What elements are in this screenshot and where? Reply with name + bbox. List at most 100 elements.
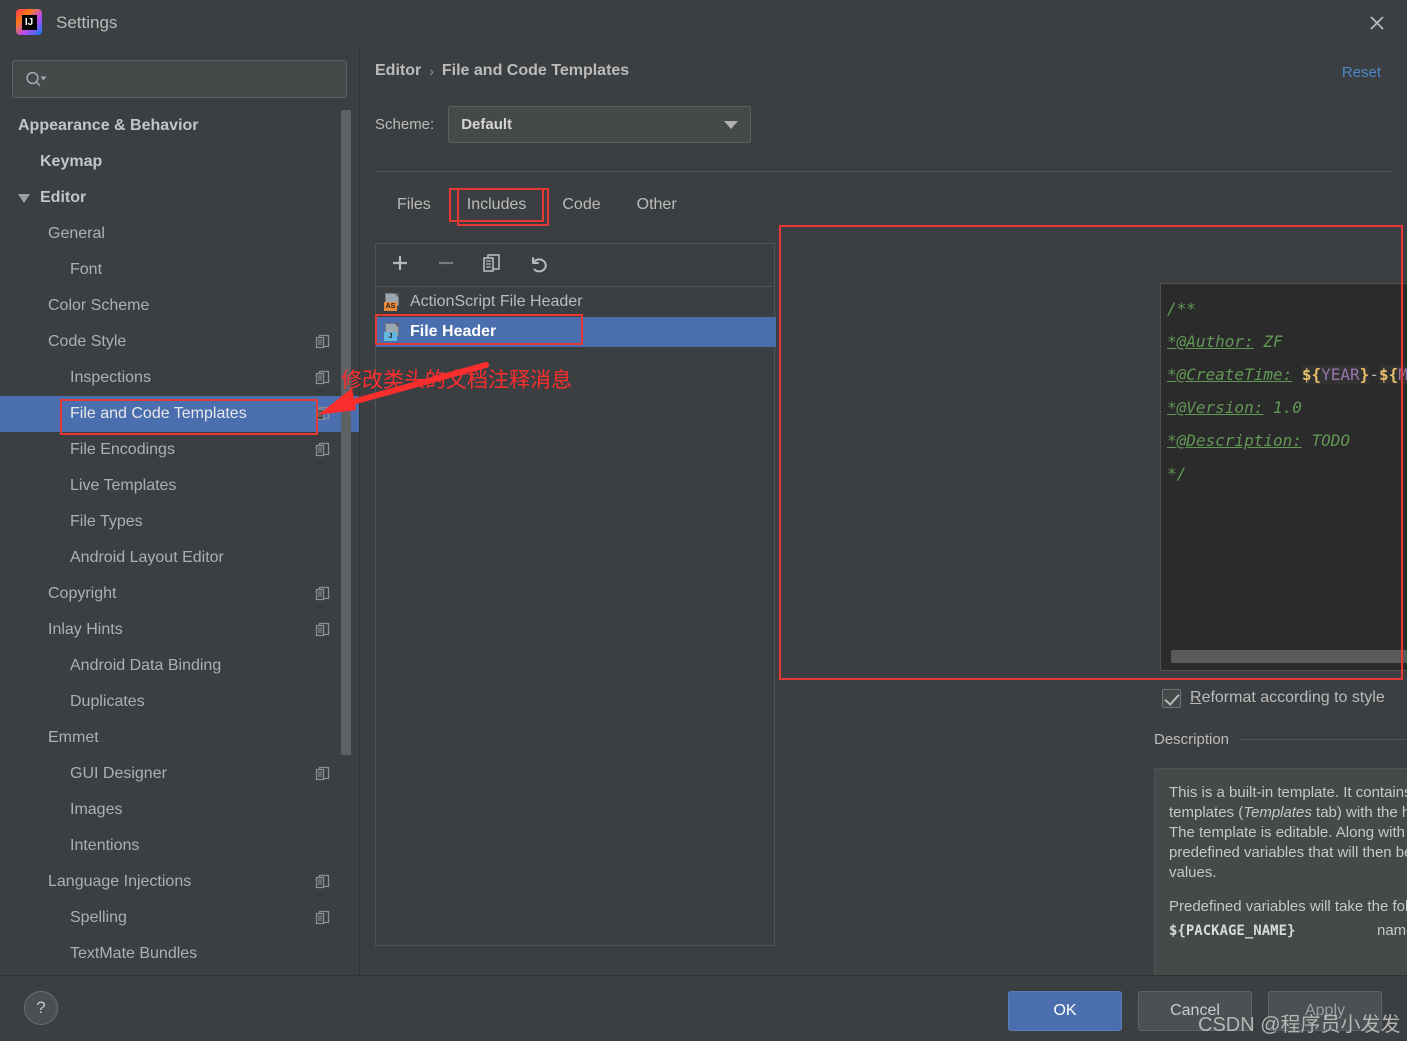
code-token: MONTH xyxy=(1398,365,1407,384)
sidebar-item-code-style[interactable]: Code Style xyxy=(0,324,359,360)
code-token: ${ xyxy=(1378,365,1399,384)
sidebar-item-label: File Encodings xyxy=(70,441,175,458)
sidebar-item-label: File Types xyxy=(70,513,143,530)
template-code-editor[interactable]: /** *@Author: ZF *@CreateTime: ${YEAR}-${M… xyxy=(1160,283,1407,671)
copy-settings-icon[interactable] xyxy=(315,622,331,638)
cancel-button[interactable]: Cancel xyxy=(1138,991,1252,1031)
sidebar-item-general[interactable]: General xyxy=(0,216,359,252)
scheme-select[interactable]: Default xyxy=(448,106,752,143)
sidebar-item-label: Android Layout Editor xyxy=(70,549,224,566)
sidebar-item-file-and-code-templates[interactable]: File and Code Templates xyxy=(0,396,359,432)
description-paragraph-3: Predefined variables will take the follo… xyxy=(1169,898,1407,915)
minus-icon xyxy=(435,252,457,279)
tab-includes[interactable]: Includes xyxy=(448,188,545,222)
code-token: *@CreateTime: xyxy=(1167,365,1293,384)
copy-settings-icon[interactable] xyxy=(315,334,331,350)
reformat-checkbox-label: Reformat according to style xyxy=(1190,689,1385,707)
sidebar-item-file-encodings[interactable]: File Encodings xyxy=(0,432,359,468)
sidebar-item-file-types[interactable]: File Types xyxy=(0,504,359,540)
settings-content: Editor › File and Code Templates Reset S… xyxy=(361,46,1407,990)
search-input[interactable] xyxy=(47,71,346,87)
copy-settings-icon[interactable] xyxy=(315,442,331,458)
sidebar-item-emmet[interactable]: Emmet xyxy=(0,720,359,756)
copy-settings-icon[interactable] xyxy=(315,586,331,602)
sidebar-scrollbar[interactable] xyxy=(341,110,351,755)
sidebar-item-label: TextMate Bundles xyxy=(70,945,198,962)
undo-icon xyxy=(527,252,549,279)
sidebar-item-copyright[interactable]: Copyright xyxy=(0,576,359,612)
reformat-checkbox-group[interactable]: Reformat according to style xyxy=(1162,688,1407,708)
sidebar-item-inlay-hints[interactable]: Inlay Hints xyxy=(0,612,359,648)
code-token: YEAR xyxy=(1321,365,1360,384)
code-token: /** xyxy=(1167,299,1196,318)
reset-template-button[interactable] xyxy=(526,253,550,277)
reset-link[interactable]: Reset xyxy=(1342,64,1381,81)
sidebar-item-duplicates[interactable]: Duplicates xyxy=(0,684,359,720)
sidebar-item-label: Images xyxy=(70,801,123,818)
sidebar-item-keymap[interactable]: Keymap xyxy=(0,144,359,180)
window-title: Settings xyxy=(56,13,118,32)
add-template-button[interactable] xyxy=(388,253,412,277)
chevron-down-icon[interactable] xyxy=(18,191,32,205)
copy-settings-icon[interactable] xyxy=(315,406,331,422)
sidebar-item-intentions[interactable]: Intentions xyxy=(0,828,359,864)
sidebar-item-label: Inspections xyxy=(70,369,151,386)
code-line: *@Description: TODO xyxy=(1167,424,1407,457)
remove-template-button[interactable] xyxy=(434,253,458,277)
sidebar-item-android-layout-editor[interactable]: Android Layout Editor xyxy=(0,540,359,576)
copy-template-button[interactable] xyxy=(480,253,504,277)
plus-icon xyxy=(389,252,411,279)
code-hscrollbar-thumb[interactable] xyxy=(1171,650,1407,663)
close-icon[interactable] xyxy=(1357,4,1397,42)
sidebar-item-label: Font xyxy=(70,261,103,278)
breadcrumb: Editor › File and Code Templates xyxy=(375,62,629,80)
sidebar-item-color-scheme[interactable]: Color Scheme xyxy=(0,288,359,324)
sidebar-item-font[interactable]: Font xyxy=(0,252,359,288)
reformat-checkbox[interactable] xyxy=(1162,688,1181,708)
sidebar-item-label: Live Templates xyxy=(70,477,177,494)
sidebar-item-editor[interactable]: Editor xyxy=(0,180,359,216)
code-token: TODO xyxy=(1301,431,1351,450)
copy-settings-icon[interactable] xyxy=(315,766,331,782)
sidebar-item-label: Editor xyxy=(40,189,87,206)
sidebar-item-inspections[interactable]: Inspections xyxy=(0,360,359,396)
tab-code[interactable]: Code xyxy=(544,188,618,222)
tab-files[interactable]: Files xyxy=(379,188,449,222)
breadcrumb-current: File and Code Templates xyxy=(441,62,630,79)
sidebar-item-spelling[interactable]: Spelling xyxy=(0,900,359,936)
sidebar-item-textmate-bundles[interactable]: TextMate Bundles xyxy=(0,936,359,972)
sidebar-item-gui-designer[interactable]: GUI Designer xyxy=(0,756,359,792)
sidebar-item-label: File and Code Templates xyxy=(70,405,247,422)
reformat-label-rest: eformat according to style xyxy=(1201,689,1385,706)
search-box[interactable] xyxy=(12,60,347,98)
sidebar-item-label: Spelling xyxy=(70,909,127,926)
list-item[interactable]: J File Header xyxy=(376,317,776,347)
help-button[interactable]: ? xyxy=(24,991,58,1025)
sidebar-item-label: Emmet xyxy=(48,729,99,746)
copy-settings-icon[interactable] xyxy=(315,910,331,926)
sidebar-item-live-templates[interactable]: Live Templates xyxy=(0,468,359,504)
copy-settings-icon[interactable] xyxy=(315,874,331,890)
tab-other[interactable]: Other xyxy=(619,188,695,222)
sidebar-search-wrap xyxy=(0,46,359,98)
copy-settings-icon[interactable] xyxy=(315,370,331,386)
sidebar-item-language-injections[interactable]: Language Injections xyxy=(0,864,359,900)
breadcrumb-separator-icon: › xyxy=(429,63,434,79)
list-item-label: File Header xyxy=(410,323,497,340)
sidebar-item-appearance-behavior[interactable]: Appearance & Behavior xyxy=(0,108,359,144)
sidebar-item-android-data-binding[interactable]: Android Data Binding xyxy=(0,648,359,684)
apply-button[interactable]: Apply xyxy=(1268,991,1382,1031)
code-token: *@Description: xyxy=(1167,431,1302,450)
breadcrumb-parent[interactable]: Editor xyxy=(375,62,421,80)
sidebar-item-label: Inlay Hints xyxy=(48,621,123,638)
ok-button[interactable]: OK xyxy=(1008,991,1122,1031)
description-panel: This is a built-in template. It contains… xyxy=(1154,768,1407,990)
list-item[interactable]: AS ActionScript File Header xyxy=(376,287,774,317)
sidebar-item-images[interactable]: Images xyxy=(0,792,359,828)
settings-dialog: IJ Settings Appearance & Behavior Keymap… xyxy=(0,0,1407,1041)
